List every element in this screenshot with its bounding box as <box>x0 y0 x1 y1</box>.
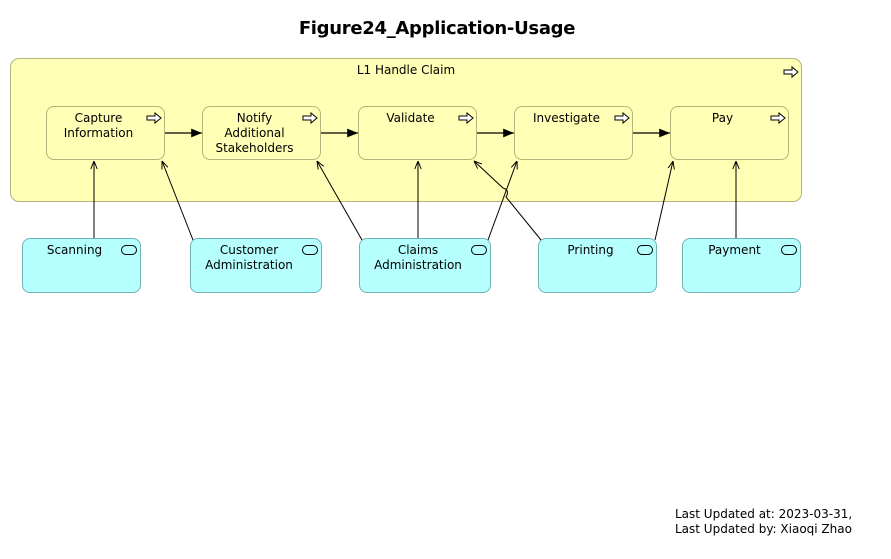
relationship-layer <box>0 128 891 241</box>
serves-customer-admin-capture[interactable] <box>162 161 194 241</box>
serves-printing-pay[interactable] <box>654 161 673 241</box>
serves-claims-admin-notify[interactable] <box>317 161 363 241</box>
serves-printing-validate[interactable] <box>474 161 542 241</box>
last-updated-by: Last Updated by: Xiaoqi Zhao <box>675 522 852 536</box>
footer: Last Updated at: 2023-03-31, Last Update… <box>675 507 852 537</box>
last-updated-at: Last Updated at: 2023-03-31, <box>675 507 853 521</box>
serves-claims-admin-investigate[interactable] <box>487 161 517 241</box>
